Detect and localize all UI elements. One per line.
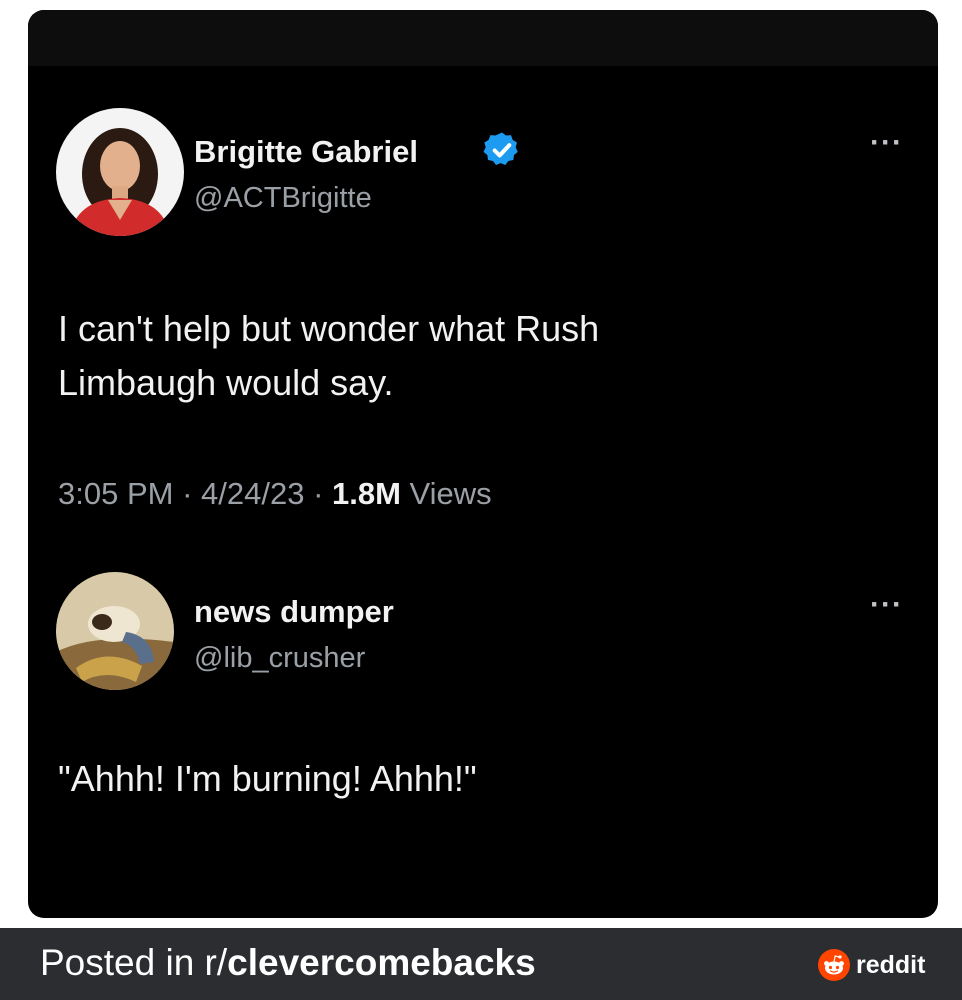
top-band <box>28 10 938 66</box>
reddit-logo[interactable]: reddit <box>818 948 925 982</box>
tweet-text-line: I can't help but wonder what Rush <box>58 308 600 349</box>
more-options-icon[interactable]: ··· <box>870 128 903 158</box>
author-avatar[interactable] <box>56 108 184 236</box>
reddit-wordmark: reddit <box>856 950 926 979</box>
tweet-date[interactable]: 4/24/23 <box>201 476 304 511</box>
reddit-footer: Posted in r/clevercomebacks reddit <box>0 928 962 1000</box>
posted-in-label: Posted in r/clevercomebacks <box>40 942 536 984</box>
reply-text: "Ahhh! I'm burning! Ahhh!" <box>58 758 477 799</box>
views-label: Views <box>400 476 492 511</box>
subreddit-link[interactable]: clevercomebacks <box>227 942 536 983</box>
author-name[interactable]: Brigitte Gabriel <box>194 134 418 170</box>
reply-author-name[interactable]: news dumper <box>194 594 394 630</box>
reply-author-handle[interactable]: @lib_crusher <box>194 642 365 675</box>
tweet-meta: 3:05 PM · 4/24/23 · 1.8M Views <box>58 476 492 512</box>
tweet-text-line: Limbaugh would say. <box>58 362 394 403</box>
reply-avatar[interactable] <box>56 572 174 690</box>
meta-separator: · <box>304 476 333 511</box>
tweet-text: I can't help but wonder what Rush Limbau… <box>58 302 878 410</box>
verified-check-icon <box>483 132 518 165</box>
tweet-time[interactable]: 3:05 PM <box>58 476 173 511</box>
tweet-card: Brigitte Gabriel @ACTBrigitte ··· I can'… <box>28 10 938 918</box>
reddit-alien-icon <box>818 949 850 981</box>
meta-separator: · <box>173 476 202 511</box>
more-options-icon[interactable]: ··· <box>870 590 903 620</box>
author-handle[interactable]: @ACTBrigitte <box>194 182 372 215</box>
views-count[interactable]: 1.8M <box>332 476 401 511</box>
posted-prefix: Posted in r/ <box>40 942 228 983</box>
